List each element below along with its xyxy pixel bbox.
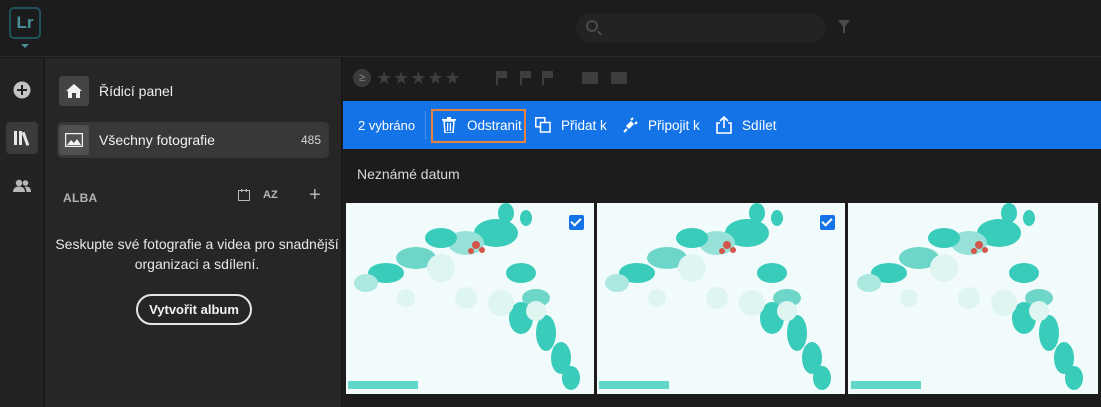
sidebar-item-label: Všechny fotografie — [99, 132, 215, 148]
app-logo[interactable]: Lr — [9, 7, 41, 39]
photo-thumbnail[interactable] — [597, 203, 845, 394]
selected-checkbox[interactable] — [569, 215, 584, 230]
search-input[interactable] — [576, 13, 826, 43]
create-album-button[interactable]: Vytvořit album — [136, 294, 252, 325]
flower-illustration-icon — [346, 203, 594, 394]
photo-filter-icon[interactable] — [582, 72, 598, 84]
video-filter-icon[interactable] — [611, 72, 627, 84]
share-label: Sdílet — [742, 117, 777, 133]
flag-rejected-icon[interactable] — [542, 71, 554, 85]
divider — [425, 111, 426, 139]
share-button[interactable]: Sdílet — [715, 101, 777, 149]
photo-count: 485 — [300, 133, 321, 147]
connect-to-label: Připojit k — [648, 117, 700, 133]
sort-icon[interactable]: AZ — [263, 189, 278, 201]
photo-icon — [59, 125, 89, 155]
add-to-album-icon — [534, 116, 552, 134]
search-icon — [586, 20, 598, 32]
selection-action-bar: 2 vybráno Odstranit Přidat k Připojit k … — [343, 101, 1101, 149]
left-rail — [0, 58, 44, 407]
photo-thumbnail[interactable] — [848, 203, 1098, 394]
chevron-down-icon[interactable] — [21, 44, 29, 48]
sidebar-item-dashboard[interactable]: Řídicí panel — [57, 73, 329, 109]
selection-count: 2 vybráno — [358, 118, 416, 133]
date-heading: Neznámé datum — [357, 166, 460, 182]
add-to-label: Přidat k — [561, 117, 607, 133]
sidebar-item-all-photos[interactable]: Všechny fotografie 485 — [57, 122, 329, 158]
share-icon — [715, 116, 733, 134]
add-icon[interactable] — [6, 74, 38, 106]
flower-illustration-icon — [849, 203, 1097, 394]
rating-compare-icon[interactable]: ≥ — [353, 69, 371, 87]
rating-stars[interactable]: ★★★★★ — [376, 68, 462, 89]
sidebar-item-label: Řídicí panel — [99, 83, 173, 99]
trash-icon — [440, 116, 458, 134]
new-album-folder-icon[interactable] — [238, 189, 250, 204]
flower-illustration-icon — [597, 203, 845, 394]
albums-header: ALBA — [63, 191, 98, 205]
add-album-icon[interactable]: + — [309, 184, 321, 207]
delete-button[interactable]: Odstranit — [440, 101, 522, 149]
library-icon[interactable] — [6, 122, 38, 154]
flag-picked-icon[interactable] — [496, 71, 508, 85]
photo-thumbnail[interactable] — [346, 203, 594, 394]
filter-bar: ≥ ★★★★★ — [343, 58, 1101, 100]
home-icon — [59, 76, 89, 106]
people-icon[interactable] — [6, 170, 38, 202]
flag-unflagged-icon[interactable] — [520, 71, 532, 85]
add-to-button[interactable]: Přidat k — [534, 101, 607, 149]
filter-icon[interactable] — [838, 20, 850, 33]
selected-checkbox[interactable] — [820, 215, 835, 230]
plug-icon — [621, 116, 639, 134]
delete-label: Odstranit — [467, 117, 522, 133]
connect-to-button[interactable]: Připojit k — [621, 101, 700, 149]
albums-empty-text: Seskupte své fotografie a videa pro snad… — [55, 236, 339, 272]
sidebar: Řídicí panel Všechny fotografie 485 ALBA… — [45, 58, 342, 407]
top-bar: Lr — [0, 0, 1101, 57]
